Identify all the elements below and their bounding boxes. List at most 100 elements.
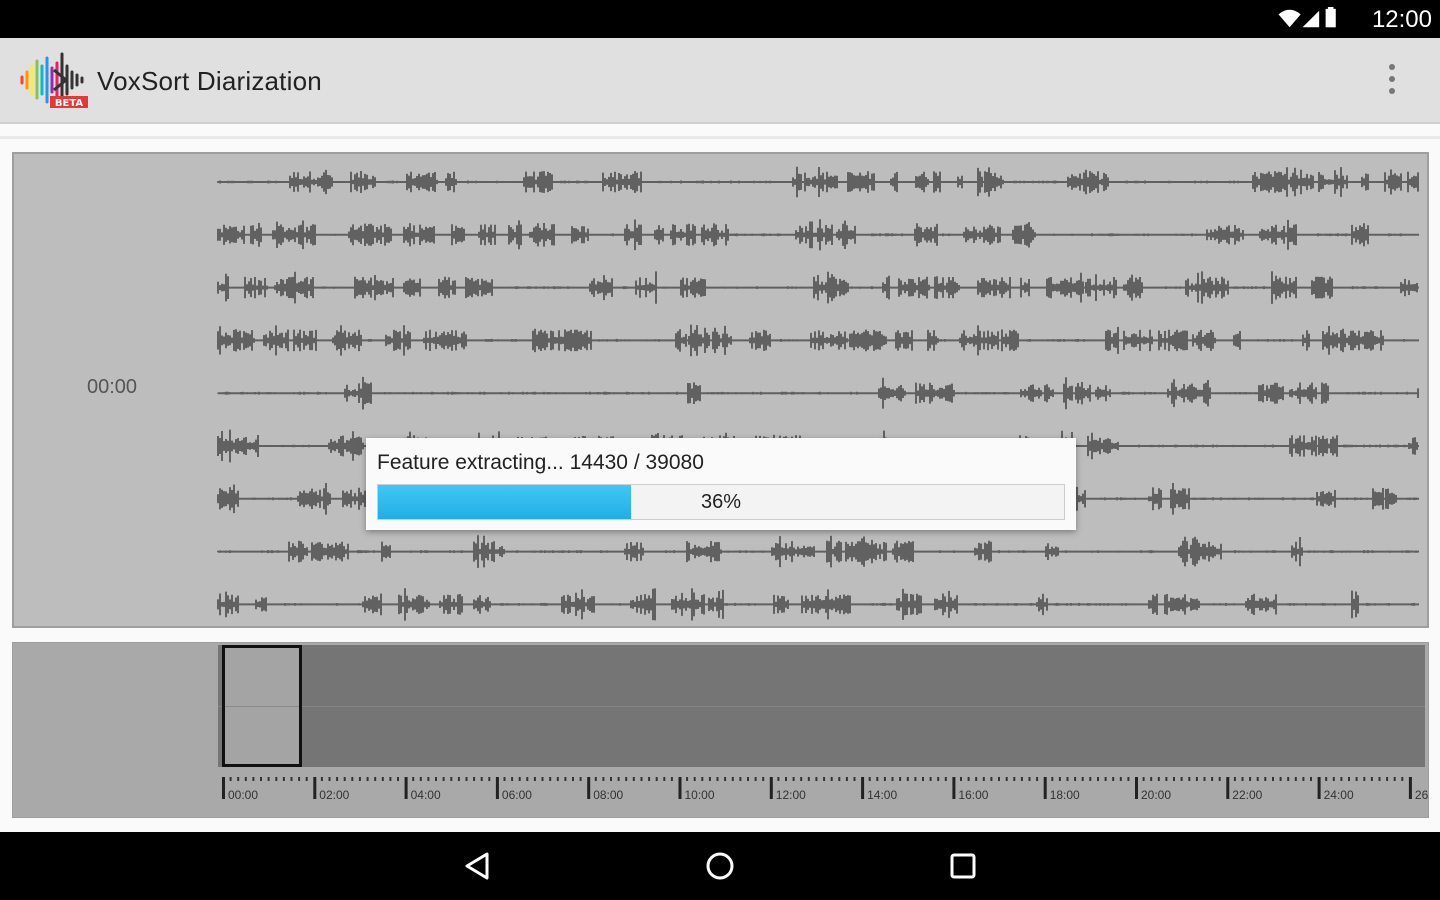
ruler-minor-tick bbox=[747, 777, 749, 781]
ruler-minor-tick bbox=[465, 777, 468, 781]
home-icon[interactable] bbox=[700, 846, 740, 886]
status-bar: 12:00 bbox=[0, 0, 1440, 38]
ruler-minor-tick bbox=[655, 777, 658, 781]
ruler-minor-tick bbox=[625, 777, 628, 781]
ruler-minor-tick bbox=[929, 777, 932, 781]
recents-icon[interactable] bbox=[943, 846, 983, 886]
overview-midline bbox=[218, 706, 1425, 707]
overflow-menu-icon[interactable] bbox=[1378, 60, 1406, 100]
ruler-minor-tick bbox=[374, 777, 377, 781]
ruler-minor-tick bbox=[1195, 777, 1198, 781]
ruler-minor-tick bbox=[602, 777, 605, 781]
progress-dialog: Feature extracting... 14430 / 39080 36% bbox=[366, 438, 1076, 530]
ruler-minor-tick bbox=[1013, 777, 1016, 781]
ruler-minor-tick bbox=[1249, 777, 1252, 781]
ruler-minor-tick bbox=[1203, 777, 1206, 781]
ruler-minor-tick bbox=[1218, 777, 1221, 781]
viewport-selector[interactable] bbox=[222, 645, 302, 767]
ruler-minor-tick bbox=[1310, 777, 1312, 781]
ruler-minor-tick bbox=[823, 777, 826, 781]
action-bar: BETA VoxSort Diarization bbox=[0, 38, 1440, 124]
ruler-major-tick bbox=[587, 777, 591, 799]
ruler-label: 16:00 bbox=[958, 788, 988, 802]
waveform-panel[interactable]: 00:00 bbox=[12, 152, 1429, 628]
ruler-major-tick bbox=[1043, 777, 1047, 799]
navigation-bar bbox=[0, 832, 1440, 900]
ruler-minor-tick bbox=[556, 777, 559, 781]
ruler-minor-tick bbox=[807, 777, 810, 781]
ruler-minor-tick bbox=[1127, 777, 1130, 781]
waveform-row bbox=[217, 376, 1419, 410]
ruler-major-tick bbox=[222, 777, 225, 799]
ruler-minor-tick bbox=[891, 777, 894, 781]
ruler-minor-tick bbox=[1005, 777, 1008, 781]
ruler-minor-tick bbox=[1363, 777, 1366, 781]
ruler-minor-tick bbox=[358, 777, 361, 781]
ruler-minor-tick bbox=[1066, 777, 1069, 781]
status-time: 12:00 bbox=[1371, 6, 1432, 33]
ruler-minor-tick bbox=[511, 777, 514, 781]
ruler-minor-tick bbox=[282, 777, 285, 781]
app-logo: BETA bbox=[20, 52, 88, 109]
ruler-minor-tick bbox=[1348, 777, 1350, 781]
ruler-minor-tick bbox=[252, 777, 255, 781]
waveform-view[interactable] bbox=[214, 154, 1425, 626]
ruler-label: 08:00 bbox=[593, 788, 623, 802]
ruler-minor-tick bbox=[397, 777, 399, 781]
ruler-minor-tick bbox=[1378, 777, 1381, 781]
ruler-minor-tick bbox=[754, 777, 757, 781]
ruler-minor-tick bbox=[663, 777, 666, 781]
ruler-minor-tick bbox=[412, 777, 415, 781]
ruler-minor-tick bbox=[1028, 777, 1031, 781]
ruler-label: 00:00 bbox=[228, 788, 258, 802]
ruler-minor-tick bbox=[503, 777, 506, 781]
ruler-minor-tick bbox=[922, 777, 924, 781]
ruler-minor-tick bbox=[435, 777, 437, 781]
ruler-minor-tick bbox=[640, 777, 643, 781]
back-icon[interactable] bbox=[458, 846, 498, 886]
ruler-minor-tick bbox=[967, 777, 970, 781]
ruler-minor-tick bbox=[1150, 777, 1153, 781]
ruler-minor-tick bbox=[792, 777, 795, 781]
ruler-major-tick bbox=[861, 777, 865, 799]
ruler-minor-tick bbox=[1272, 777, 1274, 781]
ruler-minor-tick bbox=[351, 777, 354, 781]
ruler-minor-tick bbox=[1058, 777, 1061, 781]
ruler-minor-tick bbox=[830, 777, 833, 781]
ruler-minor-tick bbox=[442, 777, 445, 781]
ruler-minor-tick bbox=[1256, 777, 1259, 781]
ruler-minor-tick bbox=[1165, 777, 1168, 781]
ruler-minor-tick bbox=[1188, 777, 1191, 781]
ruler-major-tick bbox=[1317, 777, 1321, 799]
ruler-minor-tick bbox=[488, 777, 491, 781]
ruler-minor-tick bbox=[457, 777, 460, 781]
overview-track[interactable] bbox=[218, 645, 1425, 767]
ruler-minor-tick bbox=[1355, 777, 1358, 781]
ruler-major-tick bbox=[1226, 777, 1230, 799]
ruler-minor-tick bbox=[1119, 777, 1122, 781]
ruler-major-tick bbox=[678, 777, 682, 799]
ruler-minor-tick bbox=[1142, 777, 1145, 781]
ruler-minor-tick bbox=[480, 777, 483, 781]
ruler-minor-tick bbox=[1081, 777, 1084, 781]
ruler-minor-tick bbox=[708, 777, 711, 781]
ruler-minor-tick bbox=[731, 777, 734, 781]
overview-panel[interactable]: 00:00 02:00 04:00 06:00 08:00 10:00 12:00 14:00… bbox=[12, 642, 1429, 818]
ruler-minor-tick bbox=[610, 777, 612, 781]
ruler-label: 02:00 bbox=[319, 788, 349, 802]
ruler-minor-tick bbox=[937, 777, 940, 781]
ruler-minor-tick bbox=[1279, 777, 1282, 781]
ruler-minor-tick bbox=[853, 777, 856, 781]
ruler-minor-tick bbox=[838, 777, 841, 781]
ruler-minor-tick bbox=[693, 777, 696, 781]
ruler-minor-tick bbox=[1020, 777, 1023, 781]
ruler-minor-tick bbox=[267, 777, 270, 781]
ruler-major-tick bbox=[313, 777, 317, 799]
ruler-minor-tick bbox=[975, 777, 978, 781]
ruler-minor-tick bbox=[533, 777, 536, 781]
ruler-minor-tick bbox=[526, 777, 529, 781]
ruler-minor-tick bbox=[518, 777, 521, 781]
wifi-icon bbox=[1278, 9, 1301, 28]
ruler-minor-tick bbox=[1097, 777, 1099, 781]
ruler-minor-tick bbox=[290, 777, 293, 781]
